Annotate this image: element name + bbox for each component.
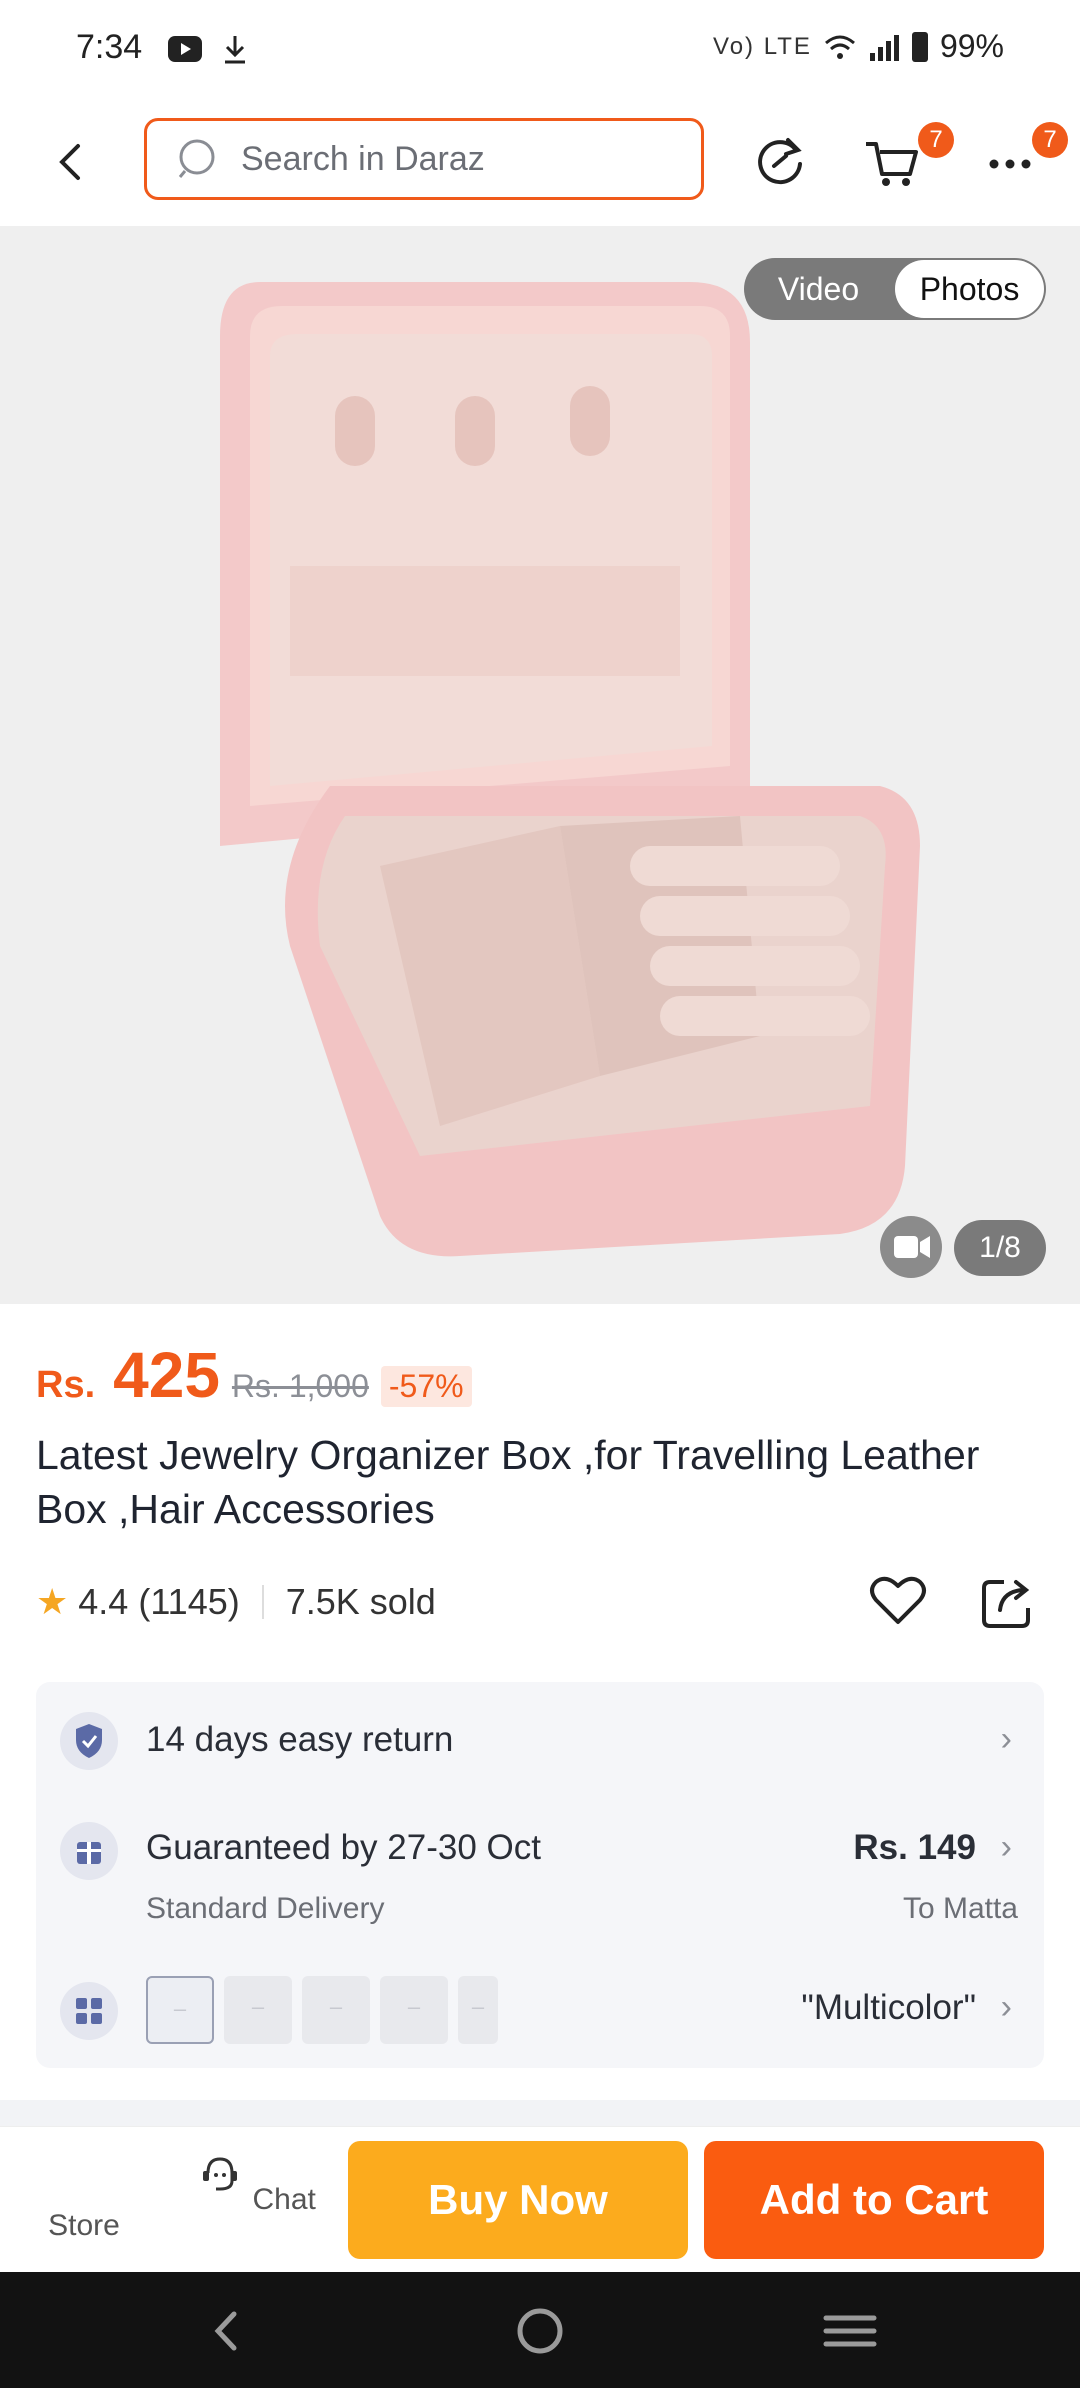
video-icon[interactable] bbox=[880, 1216, 942, 1278]
store-button[interactable]: Store bbox=[14, 2151, 154, 2243]
chevron-right-icon[interactable]: › bbox=[1001, 1828, 1012, 1867]
cart-icon[interactable] bbox=[860, 130, 924, 194]
delivery-guarantee[interactable]: Guaranteed by 27-30 Oct bbox=[146, 1828, 541, 1868]
original-price: Rs. 1,000 bbox=[231, 1368, 369, 1404]
battery-level: 99% bbox=[939, 28, 1004, 64]
cart-badge: 7 bbox=[918, 122, 954, 158]
search-input[interactable]: Search in Daraz bbox=[144, 118, 704, 200]
variant-swatch[interactable] bbox=[458, 1976, 498, 2044]
chevron-right-icon[interactable]: › bbox=[1001, 1720, 1012, 1759]
return-policy[interactable]: 14 days easy return bbox=[146, 1720, 453, 1760]
nav-back-icon[interactable] bbox=[198, 2306, 258, 2356]
back-icon[interactable] bbox=[42, 132, 102, 192]
more-badge: 7 bbox=[1032, 122, 1068, 158]
delivery-fee: Rs. 149 bbox=[853, 1828, 976, 1867]
rating-value: 4.4 bbox=[78, 1581, 129, 1622]
network-icons: Vo) LTE bbox=[713, 32, 812, 60]
media-toggle[interactable]: Video Photos bbox=[744, 258, 1046, 320]
search-placeholder: Search in Daraz bbox=[241, 139, 485, 178]
download-icon bbox=[225, 36, 245, 64]
status-right: Vo) LTE 99% bbox=[713, 28, 1004, 65]
youtube-icon bbox=[168, 36, 202, 62]
image-counter: 1/8 bbox=[954, 1220, 1046, 1276]
service-card: 14 days easy return › Guaranteed by 27-3… bbox=[36, 1682, 1044, 2068]
chat-icon bbox=[203, 2157, 238, 2191]
variant-value[interactable]: "Multicolor" bbox=[801, 1988, 976, 2028]
product-gallery[interactable]: Video Photos 1/8 bbox=[0, 226, 1080, 1304]
bottom-action-bar: Store Chat Buy Now Add to Cart bbox=[0, 2126, 1080, 2273]
tab-photos[interactable]: Photos bbox=[895, 260, 1044, 318]
shield-icon bbox=[60, 1712, 118, 1770]
store-label: Store bbox=[48, 2209, 120, 2242]
grid-icon bbox=[60, 1982, 118, 2040]
battery-icon bbox=[911, 31, 928, 62]
system-nav-bar bbox=[0, 2272, 1080, 2388]
currency: Rs. bbox=[36, 1364, 96, 1406]
variant-swatch[interactable] bbox=[302, 1976, 370, 2044]
nav-home-icon[interactable] bbox=[510, 2306, 570, 2356]
chat-label: Chat bbox=[252, 2183, 316, 2216]
section-divider bbox=[0, 2100, 1080, 2126]
rating-row[interactable]: ★ 4.4 (1145) 7.5K sold bbox=[36, 1572, 436, 1632]
wifi-icon bbox=[824, 35, 855, 59]
refresh-icon[interactable] bbox=[748, 130, 812, 194]
search-icon bbox=[178, 139, 215, 178]
gift-icon bbox=[60, 1822, 118, 1880]
star-icon: ★ bbox=[36, 1581, 69, 1622]
signal-icon bbox=[869, 34, 899, 61]
product-title: Latest Jewelry Organizer Box ,for Travel… bbox=[36, 1432, 980, 1532]
nav-recents-icon[interactable] bbox=[820, 2306, 880, 2356]
current-price: 425 bbox=[113, 1339, 220, 1411]
variant-swatch[interactable] bbox=[146, 1976, 214, 2044]
add-to-cart-button[interactable]: Add to Cart bbox=[704, 2141, 1044, 2259]
tab-video[interactable]: Video bbox=[744, 258, 893, 320]
chat-button[interactable]: Chat bbox=[186, 2151, 326, 2217]
video-camera-glyph bbox=[894, 1236, 930, 1258]
status-bar: 7:34 Vo) LTE 99% bbox=[0, 0, 1080, 100]
price-row: Rs. 425 Rs. 1,000 -57% bbox=[36, 1338, 472, 1411]
variant-swatch[interactable] bbox=[380, 1976, 448, 2044]
buy-now-button[interactable]: Buy Now bbox=[348, 2141, 688, 2259]
delivery-type: Standard Delivery bbox=[146, 1892, 385, 1925]
delivery-location[interactable]: To Matta bbox=[903, 1892, 1018, 1926]
variant-swatch[interactable] bbox=[224, 1976, 292, 2044]
heart-icon[interactable] bbox=[866, 1568, 930, 1632]
discount-badge: -57% bbox=[380, 1366, 472, 1407]
chevron-right-icon[interactable]: › bbox=[1001, 1988, 1012, 2027]
share-icon[interactable] bbox=[976, 1568, 1040, 1632]
sold-count: 7.5K sold bbox=[285, 1581, 436, 1622]
store-icon bbox=[60, 2151, 108, 2199]
status-time: 7:34 bbox=[76, 28, 143, 66]
review-count: (1145) bbox=[138, 1581, 240, 1622]
product-image[interactable] bbox=[0, 226, 1080, 1304]
divider bbox=[261, 1585, 264, 1619]
top-header: Search in Daraz 7 7 bbox=[0, 110, 1080, 220]
